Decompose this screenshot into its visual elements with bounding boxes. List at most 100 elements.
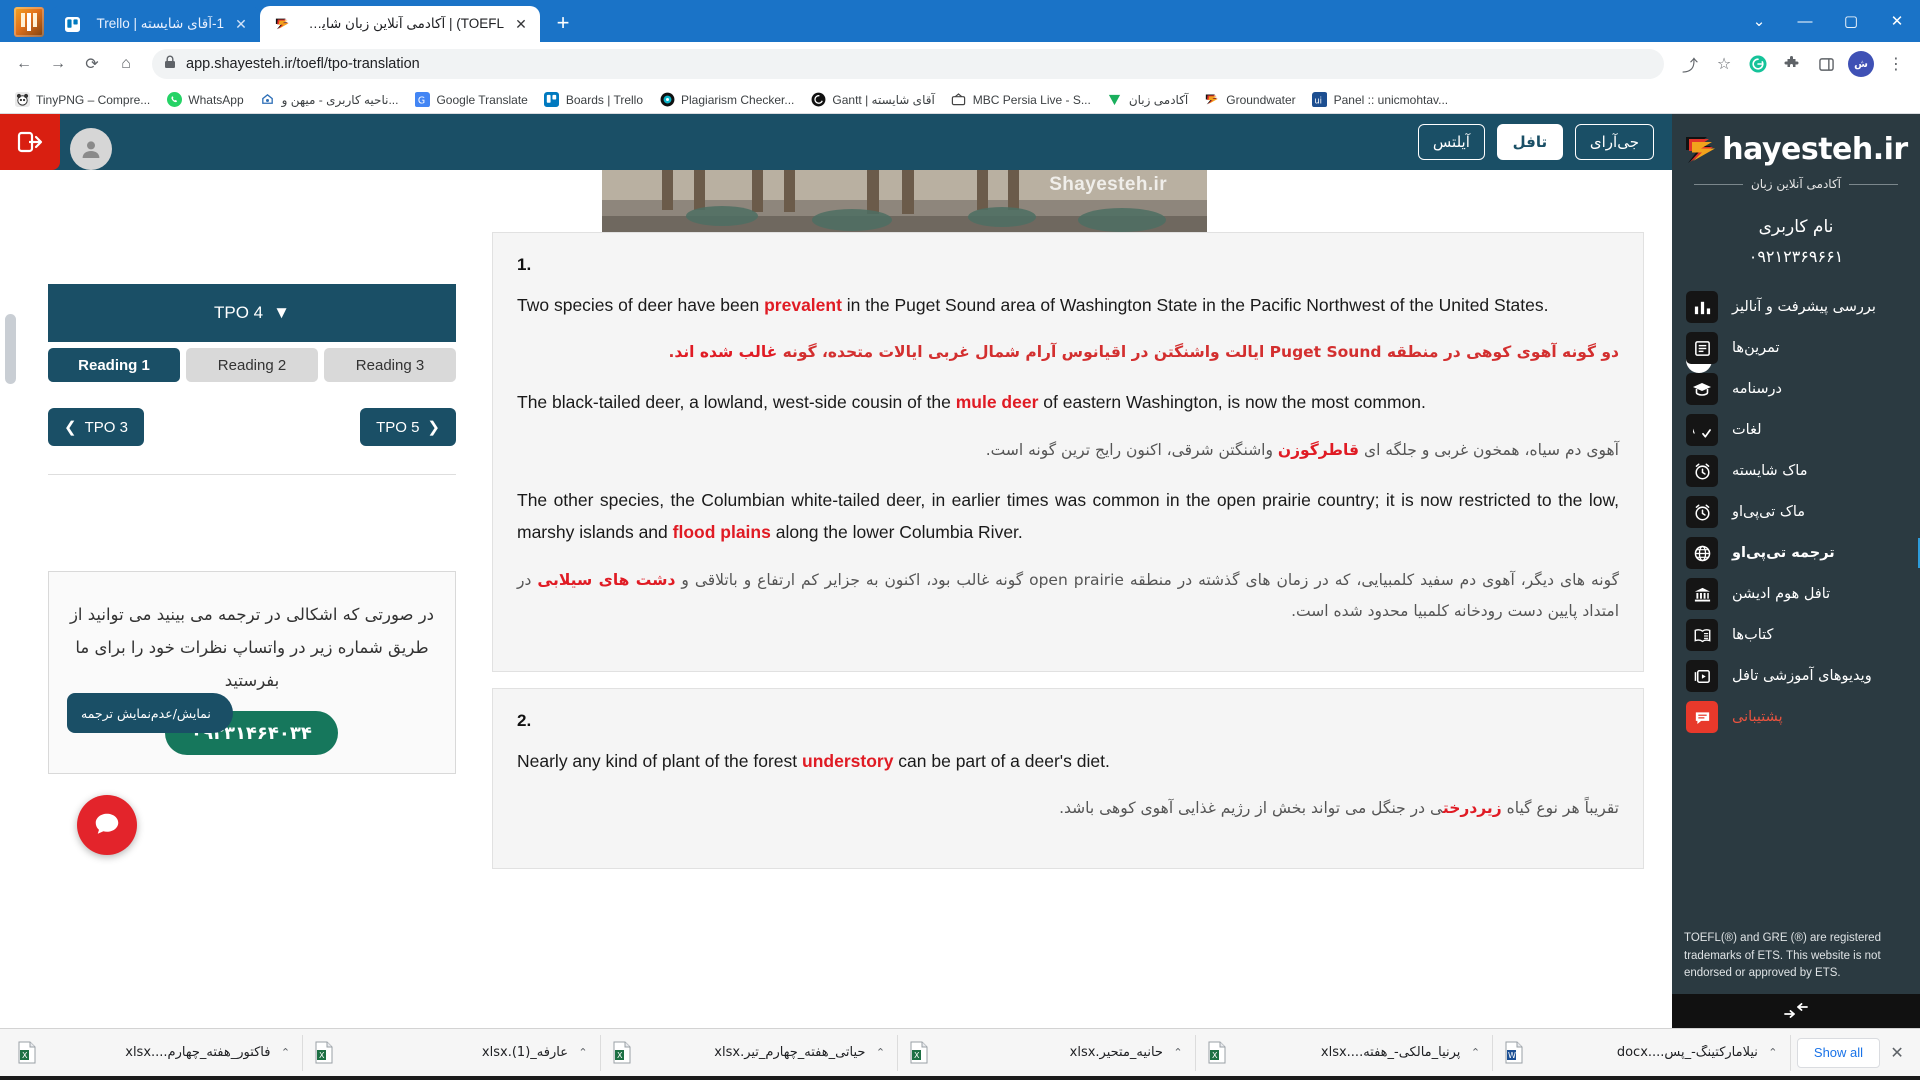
- download-item[interactable]: X فاکتور_هفته_چهارم....xlsx ⌃: [6, 1034, 304, 1071]
- sidebar-item-mock-tpo[interactable]: ماک تی‌پی‌او: [1672, 493, 1920, 531]
- back-icon[interactable]: ←: [8, 48, 40, 80]
- bookmark-star-icon[interactable]: ☆: [1708, 48, 1740, 80]
- topbar-button-gre[interactable]: جی‌آرای: [1574, 124, 1654, 160]
- sidebar-item-vocabulary[interactable]: لغات A: [1672, 411, 1920, 449]
- highlighted-word[interactable]: understory: [802, 751, 893, 771]
- chevron-up-icon[interactable]: ⌃: [278, 1046, 292, 1059]
- download-item[interactable]: W نیلامارکتینگ-_پس....docx ⌃: [1493, 1034, 1791, 1071]
- tpo-selector-dropdown[interactable]: TPO 4 ▼: [48, 284, 456, 342]
- tab-search-chevron-icon[interactable]: ⌄: [1736, 0, 1782, 42]
- panel-icon: ui: [1312, 92, 1328, 108]
- tv-icon: [951, 92, 967, 108]
- download-item[interactable]: X عارفه_(1).xlsx ⌃: [303, 1034, 601, 1071]
- sidebar-item-support[interactable]: پشتیبانی: [1672, 698, 1920, 736]
- topbar-button-toefl[interactable]: تافل: [1496, 124, 1563, 160]
- forward-icon[interactable]: →: [42, 48, 74, 80]
- content-area: TPO 4 ▼ Reading 1 Reading 2 Reading 3 ❮ …: [22, 232, 1672, 1028]
- bookmark-tinypng[interactable]: TinyPNG – Compre...: [6, 89, 158, 111]
- maximize-button[interactable]: ▢: [1828, 0, 1874, 42]
- bookmark-gantt[interactable]: Gantt | آقای شایسته: [802, 89, 942, 111]
- sidebar-item-toefl-home-edition[interactable]: تافل هوم ادیشن: [1672, 575, 1920, 613]
- avatar[interactable]: ش: [1848, 51, 1874, 77]
- bookmark-boards-trello[interactable]: Boards | Trello: [536, 89, 651, 111]
- share-icon[interactable]: ⤴: [1674, 48, 1706, 80]
- divider: [48, 474, 456, 475]
- close-icon[interactable]: ✕: [232, 15, 250, 33]
- translation-part: ی در جنگل می تواند بخش از رژیم غذایی آهو…: [1059, 798, 1443, 817]
- sidebar-item-label: کتاب‌ها: [1732, 627, 1774, 643]
- chevron-up-icon[interactable]: ⌃: [1766, 1046, 1780, 1059]
- sidebar-item-exercises[interactable]: تمرین‌ها: [1672, 329, 1920, 367]
- bookmark-google-translate[interactable]: G Google Translate: [406, 89, 535, 111]
- chevron-up-icon[interactable]: ⌃: [1171, 1046, 1185, 1059]
- tab-title: TOEFL) | آکادمی آنلاین زبان شایسته: [299, 16, 504, 31]
- svg-text:ui: ui: [1314, 95, 1322, 105]
- home-icon[interactable]: ⌂: [110, 48, 142, 80]
- chevron-up-icon[interactable]: ⌃: [576, 1046, 590, 1059]
- sentence-part: in the Puget Sound area of Washington St…: [841, 295, 1549, 315]
- topbar-button-ielts[interactable]: آیلتس: [1417, 124, 1485, 160]
- user-avatar-button[interactable]: [70, 128, 112, 170]
- chat-support-fab[interactable]: [77, 795, 137, 855]
- sentence-part: along the lower Columbia River.: [770, 522, 1023, 543]
- reload-icon[interactable]: ⟳: [76, 48, 108, 80]
- sidebar-item-tpo-translation[interactable]: ترجمه تی‌پی‌او: [1672, 534, 1920, 572]
- highlighted-word[interactable]: mule deer: [956, 392, 1039, 412]
- download-item[interactable]: X حیاتی_هفته_چهارم_تیر.xlsx ⌃: [601, 1034, 899, 1071]
- chrome-menu-icon[interactable]: ⋮: [1880, 48, 1912, 80]
- next-tpo-button[interactable]: TPO 5 ❯: [360, 408, 456, 446]
- tab-reading-2[interactable]: Reading 2: [186, 348, 318, 382]
- bookmark-academy-zaban[interactable]: آکادمی زبان: [1099, 89, 1196, 111]
- browser-tab-trello[interactable]: 1-آقای شایسته | Trello ✕: [50, 6, 260, 42]
- sidebar-item-label: لغات: [1732, 422, 1762, 438]
- right-sidebar: hayesteh.ir آکادمی آنلاین زبان نام کاربر…: [1672, 114, 1920, 1028]
- tpo-navigation: ❮ TPO 3 TPO 5 ❯: [48, 408, 456, 446]
- bookmark-mihan[interactable]: ناحیه کاربری - میهن و...: [252, 89, 407, 111]
- sidebar-item-mock-shayesteh[interactable]: ماک شایسته: [1672, 452, 1920, 490]
- extensions-puzzle-icon[interactable]: [1776, 48, 1808, 80]
- download-item[interactable]: X حانیه_متحیر.xlsx ⌃: [898, 1034, 1196, 1071]
- open-book-icon: [1686, 619, 1718, 651]
- chevron-up-icon[interactable]: ⌃: [1468, 1046, 1482, 1059]
- bookmark-unicmohtav-panel[interactable]: ui Panel :: unicmohtav...: [1304, 89, 1457, 111]
- bookmark-plagiarism-checker[interactable]: Plagiarism Checker...: [651, 89, 802, 111]
- tab-reading-3[interactable]: Reading 3: [324, 348, 456, 382]
- toggle-translation-button[interactable]: نمایش/عدم‌نمایش ترجمه: [67, 693, 233, 733]
- show-all-downloads-button[interactable]: Show all: [1796, 1037, 1881, 1068]
- v-icon: [1107, 92, 1123, 108]
- sidebar-logo[interactable]: hayesteh.ir: [1672, 114, 1920, 173]
- close-downloads-bar-button[interactable]: ✕: [1880, 1036, 1914, 1070]
- sidebar-item-progress-analysis[interactable]: بررسی پیشرفت و آنالیز: [1672, 288, 1920, 326]
- sidebar-item-coursebook[interactable]: درسنامه: [1672, 370, 1920, 408]
- window-close-button[interactable]: ✕: [1874, 0, 1920, 42]
- sidepanel-icon[interactable]: [1810, 48, 1842, 80]
- exercises-icon: [1686, 332, 1718, 364]
- prev-tpo-button[interactable]: ❮ TPO 3: [48, 408, 144, 446]
- bookmark-groundwater[interactable]: Groundwater: [1196, 89, 1303, 111]
- bookmark-whatsapp[interactable]: WhatsApp: [158, 89, 251, 111]
- download-item[interactable]: X پرنیا_مالکی-_هفته....xlsx ⌃: [1196, 1034, 1494, 1071]
- sidebar-collapse-bar[interactable]: [1672, 994, 1920, 1028]
- minimize-button[interactable]: —: [1782, 0, 1828, 42]
- highlighted-word[interactable]: prevalent: [764, 295, 842, 315]
- shayesteh-flag-icon: [1684, 135, 1718, 165]
- scrollbar-thumb[interactable]: [5, 314, 16, 384]
- logout-button[interactable]: [0, 114, 60, 170]
- bookmark-mbc-persia[interactable]: MBC Persia Live - S...: [943, 89, 1099, 111]
- close-icon[interactable]: ✕: [512, 15, 530, 33]
- translation-part: تقریباً هر نوع گیاه: [1501, 798, 1619, 817]
- sidebar-item-label: ترجمه تی‌پی‌او: [1732, 545, 1835, 561]
- chevron-up-icon[interactable]: ⌃: [873, 1046, 887, 1059]
- address-bar[interactable]: app.shayesteh.ir/toefl/tpo-translation: [152, 49, 1664, 79]
- page-scrollbar[interactable]: [0, 114, 22, 1028]
- download-file-name: نیلامارکتینگ-_پس....docx: [1616, 1045, 1758, 1060]
- new-tab-button[interactable]: +: [548, 8, 578, 38]
- browser-tab-toefl[interactable]: TOEFL) | آکادمی آنلاین زبان شایسته ✕: [260, 6, 540, 42]
- video-play-icon: [1686, 660, 1718, 692]
- sidebar-item-books[interactable]: کتاب‌ها: [1672, 616, 1920, 654]
- tab-reading-1[interactable]: Reading 1: [48, 348, 180, 382]
- highlighted-word[interactable]: flood plains: [673, 522, 771, 542]
- next-tpo-label: TPO 5: [376, 418, 420, 436]
- sidebar-item-toefl-videos[interactable]: ویدیوهای آموزشی تافل: [1672, 657, 1920, 695]
- grammarly-extension-icon[interactable]: [1742, 48, 1774, 80]
